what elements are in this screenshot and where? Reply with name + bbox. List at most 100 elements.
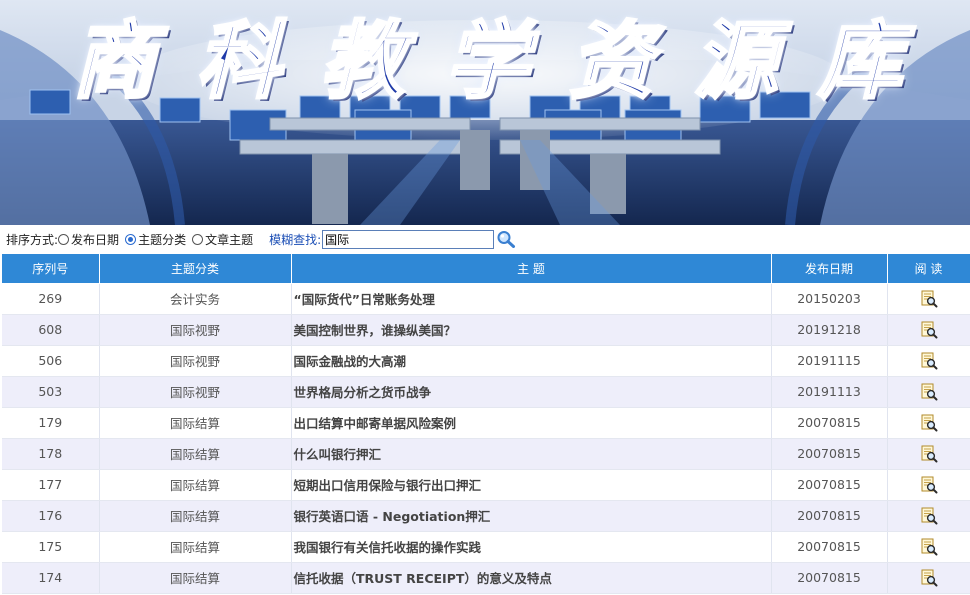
cell-subject-link[interactable]: “国际货代”日常账务处理 xyxy=(291,283,772,315)
cell-subject-link[interactable]: 信托收据（TRUST RECEIPT）的意义及特点 xyxy=(291,562,772,594)
table-row: 175 国际结算 我国银行有关信托收据的操作实践 20070815 xyxy=(2,531,970,563)
read-icon[interactable] xyxy=(920,476,938,494)
cell-read xyxy=(887,562,970,594)
sort-option-date[interactable]: 发布日期 xyxy=(58,231,119,248)
header-subject: 主 题 xyxy=(291,254,772,284)
cell-read xyxy=(887,376,970,408)
radio-sort-category[interactable] xyxy=(125,233,137,245)
header-read: 阅 读 xyxy=(887,254,970,284)
cell-category: 国际视野 xyxy=(99,376,292,408)
cell-read xyxy=(887,283,970,315)
cell-id: 178 xyxy=(2,438,100,470)
table-row: 174 国际结算 信托收据（TRUST RECEIPT）的意义及特点 20070815 xyxy=(2,562,970,594)
read-icon[interactable] xyxy=(920,321,938,339)
banner-title: 商 科 教 学 资 源 库 xyxy=(70,6,903,116)
cell-category: 国际结算 xyxy=(99,407,292,439)
cell-read xyxy=(887,314,970,346)
cell-read xyxy=(887,469,970,501)
search-button[interactable] xyxy=(496,230,516,248)
cell-category: 国际视野 xyxy=(99,345,292,377)
read-icon[interactable] xyxy=(920,383,938,401)
cell-category: 国际结算 xyxy=(99,562,292,594)
sort-option-subject[interactable]: 文章主题 xyxy=(192,231,253,248)
cell-category: 国际结算 xyxy=(99,438,292,470)
cell-date: 20150203 xyxy=(771,283,888,315)
cell-date: 20070815 xyxy=(771,438,888,470)
table-row: 176 国际结算 银行英语口语 - Negotiation押汇 20070815 xyxy=(2,500,970,532)
cell-id: 174 xyxy=(2,562,100,594)
results-table: 序列号 主题分类 主 题 发布日期 阅 读 269 会计实务 “国际货代”日常账务处… xyxy=(2,254,970,594)
table-row: 179 国际结算 出口结算中邮寄单据风险案例 20070815 xyxy=(2,407,970,439)
banner: 商 科 教 学 资 源 库 xyxy=(0,0,970,225)
cell-read xyxy=(887,438,970,470)
cell-subject-link[interactable]: 银行英语口语 - Negotiation押汇 xyxy=(291,500,772,532)
cell-date: 20191218 xyxy=(771,314,888,346)
banner-char: 学 xyxy=(443,11,530,110)
cell-category: 会计实务 xyxy=(99,283,292,315)
cell-read xyxy=(887,407,970,439)
cell-date: 20070815 xyxy=(771,562,888,594)
cell-subject-link[interactable]: 世界格局分析之货币战争 xyxy=(291,376,772,408)
cell-date: 20070815 xyxy=(771,500,888,532)
read-icon[interactable] xyxy=(920,414,938,432)
cell-id: 269 xyxy=(2,283,100,315)
cell-id: 176 xyxy=(2,500,100,532)
read-icon[interactable] xyxy=(920,352,938,370)
cell-id: 503 xyxy=(2,376,100,408)
sort-option-label: 主题分类 xyxy=(138,232,187,247)
header-category: 主题分类 xyxy=(99,254,292,284)
cell-subject-link[interactable]: 什么叫银行押汇 xyxy=(291,438,772,470)
magnifier-icon xyxy=(497,231,516,248)
cell-id: 608 xyxy=(2,314,100,346)
search-input[interactable] xyxy=(322,229,495,249)
table-header-row: 序列号 主题分类 主 题 发布日期 阅 读 xyxy=(2,254,970,284)
sort-option-category[interactable]: 主题分类 xyxy=(125,231,186,248)
banner-char: 教 xyxy=(319,11,406,110)
header-id: 序列号 xyxy=(2,254,100,284)
cell-category: 国际结算 xyxy=(99,500,292,532)
cell-subject-link[interactable]: 短期出口信用保险与银行出口押汇 xyxy=(291,469,772,501)
read-icon[interactable] xyxy=(920,569,938,587)
read-icon[interactable] xyxy=(920,290,938,308)
radio-sort-date[interactable] xyxy=(58,233,70,245)
cell-subject-link[interactable]: 我国银行有关信托收据的操作实践 xyxy=(291,531,772,563)
cell-subject-link[interactable]: 出口结算中邮寄单据风险案例 xyxy=(291,407,772,439)
cell-date: 20191115 xyxy=(771,345,888,377)
results-body: 269 会计实务 “国际货代”日常账务处理 20150203 608 国际视野 美国控制世界… xyxy=(2,283,970,594)
banner-char: 库 xyxy=(816,11,903,110)
read-icon[interactable] xyxy=(920,507,938,525)
cell-subject-link[interactable]: 美国控制世界，谁操纵美国？ xyxy=(291,314,772,346)
banner-char: 科 xyxy=(195,11,282,110)
table-row: 608 国际视野 美国控制世界，谁操纵美国？ 20191218 xyxy=(2,314,970,346)
cell-date: 20070815 xyxy=(771,531,888,563)
cell-id: 175 xyxy=(2,531,100,563)
table-row: 506 国际视野 国际金融战的大高潮 20191115 xyxy=(2,345,970,377)
search-toolbar: 排序方式: 发布日期 主题分类 文章主题 模糊查找: xyxy=(0,225,970,253)
cell-read xyxy=(887,345,970,377)
table-row: 178 国际结算 什么叫银行押汇 20070815 xyxy=(2,438,970,470)
banner-char: 商 xyxy=(70,11,157,110)
fuzzy-search-label: 模糊查找: xyxy=(269,232,322,247)
cell-category: 国际视野 xyxy=(99,314,292,346)
cell-date: 20191113 xyxy=(771,376,888,408)
cell-id: 506 xyxy=(2,345,100,377)
table-row: 269 会计实务 “国际货代”日常账务处理 20150203 xyxy=(2,283,970,315)
radio-sort-subject[interactable] xyxy=(192,233,204,245)
cell-read xyxy=(887,531,970,563)
read-icon[interactable] xyxy=(920,445,938,463)
banner-char: 资 xyxy=(568,11,655,110)
sort-option-label: 文章主题 xyxy=(205,232,254,247)
cell-date: 20070815 xyxy=(771,407,888,439)
cell-category: 国际结算 xyxy=(99,531,292,563)
sort-label: 排序方式: xyxy=(6,232,59,247)
cell-read xyxy=(887,500,970,532)
table-row: 503 国际视野 世界格局分析之货币战争 20191113 xyxy=(2,376,970,408)
banner-char: 源 xyxy=(692,11,779,110)
sort-option-label: 发布日期 xyxy=(71,232,120,247)
cell-id: 177 xyxy=(2,469,100,501)
cell-id: 179 xyxy=(2,407,100,439)
cell-date: 20070815 xyxy=(771,469,888,501)
cell-subject-link[interactable]: 国际金融战的大高潮 xyxy=(291,345,772,377)
read-icon[interactable] xyxy=(920,538,938,556)
table-row: 177 国际结算 短期出口信用保险与银行出口押汇 20070815 xyxy=(2,469,970,501)
